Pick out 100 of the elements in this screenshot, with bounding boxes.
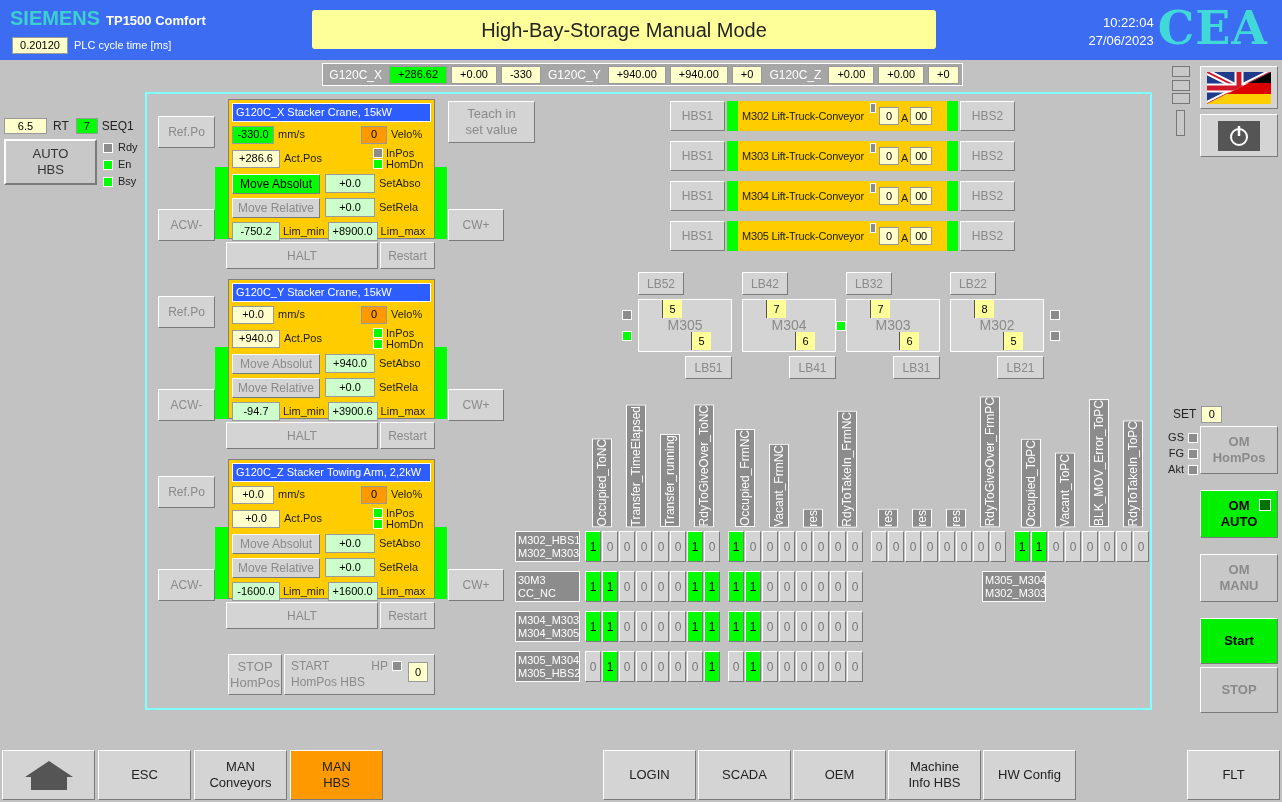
home-button[interactable]	[2, 750, 95, 800]
signal-cell: 0	[847, 571, 863, 603]
set-relative-field[interactable]: +0.0	[325, 558, 375, 577]
velocity-percent-field: 0	[361, 305, 387, 324]
restart-button[interactable]: Restart	[380, 422, 435, 449]
set-absolute-field[interactable]: +0.0	[325, 534, 375, 553]
power-icon	[1218, 120, 1260, 151]
reference-position-button[interactable]: Ref.Po	[158, 296, 215, 328]
drive-label: G120C_Y	[547, 66, 602, 84]
signal-cell: 1	[745, 651, 761, 683]
signal-cell: 0	[830, 571, 846, 603]
label: A	[900, 190, 909, 206]
hbs2-button[interactable]: HBS2	[960, 101, 1015, 131]
signal-header: Occupied_FrmNC	[734, 429, 755, 528]
signal-cell: 0	[687, 651, 703, 683]
mode-button[interactable]: OM HomPos	[1200, 426, 1278, 474]
limit-min-field[interactable]: -750.2	[232, 221, 280, 241]
signal-cell: 0	[653, 651, 669, 683]
move-absolute-button[interactable]: Move Absolut	[232, 173, 320, 194]
restart-button[interactable]: Restart	[380, 602, 435, 629]
set-relative-field[interactable]: +0.0	[325, 198, 375, 217]
teach-in-button[interactable]: Teach in set value	[448, 101, 535, 143]
auto-hbs-button[interactable]: AUTO HBS	[4, 139, 97, 185]
hbs1-button[interactable]: HBS1	[670, 181, 725, 211]
limit-min-field[interactable]: -94.7	[232, 401, 280, 421]
move-absolute-button[interactable]: Move Absolut	[232, 353, 320, 374]
start-homing-button[interactable]: START HomPos HBS HP 0	[284, 654, 435, 695]
limit-min-field[interactable]: -1600.0	[232, 581, 280, 601]
light-barrier-button[interactable]: LB52	[638, 272, 684, 295]
clockwise-button[interactable]: CW+	[448, 389, 504, 421]
status-bar	[727, 181, 738, 211]
hbs1-button[interactable]: HBS1	[670, 101, 725, 131]
signal-cell: 0	[1048, 531, 1064, 563]
run-button[interactable]: Start	[1200, 618, 1278, 664]
drive-value: +0	[928, 65, 959, 84]
nav-button[interactable]: SCADA	[698, 750, 791, 800]
nav-button[interactable]: ESC	[98, 750, 191, 800]
nav-button[interactable]: FLT	[1187, 750, 1280, 800]
set-absolute-field[interactable]: +940.0	[325, 354, 375, 373]
limit-max-field[interactable]: +3900.6	[327, 401, 378, 421]
light-barrier-button[interactable]: LB41	[789, 356, 836, 379]
mode-button[interactable]: OM AUTO	[1200, 490, 1278, 538]
counter-clockwise-button[interactable]: ACW-	[158, 209, 215, 241]
hbs2-button[interactable]: HBS2	[960, 181, 1015, 211]
code-field: 00	[910, 147, 933, 165]
signal-header: RdyToTakeIn_FrmNC	[836, 410, 857, 528]
hbs2-button[interactable]: HBS2	[960, 141, 1015, 171]
power-button[interactable]	[1200, 114, 1278, 157]
move-absolute-button[interactable]: Move Absolut	[232, 533, 320, 554]
hbs1-button[interactable]: HBS1	[670, 221, 725, 251]
nav-button[interactable]: OEM	[793, 750, 886, 800]
label: A	[900, 230, 909, 246]
label: Velo%	[391, 307, 424, 323]
halt-button[interactable]: HALT	[226, 602, 378, 629]
code-field: 00	[910, 107, 933, 125]
light-barrier-button[interactable]: LB51	[685, 356, 732, 379]
halt-button[interactable]: HALT	[226, 242, 378, 269]
counter-clockwise-button[interactable]: ACW-	[158, 389, 215, 421]
nav-button[interactable]: LOGIN	[603, 750, 696, 800]
halt-button[interactable]: HALT	[226, 422, 378, 449]
nav-button[interactable]: MAN HBS	[290, 750, 383, 800]
limit-max-field[interactable]: +1600.0	[327, 581, 378, 601]
signal-cell: 0	[830, 531, 846, 563]
label: A	[900, 110, 909, 126]
label: SetRela	[379, 380, 419, 396]
light-barrier-button[interactable]: LB22	[950, 272, 996, 295]
nav-button[interactable]: Machine Info HBS	[888, 750, 981, 800]
clockwise-button[interactable]: CW+	[448, 209, 504, 241]
signal-header: res	[911, 508, 932, 528]
status-bar	[215, 527, 228, 599]
status-bar	[727, 141, 738, 171]
nav-button[interactable]: HW Config	[983, 750, 1076, 800]
clockwise-button[interactable]: CW+	[448, 569, 504, 601]
light-barrier-button[interactable]: LB42	[742, 272, 788, 295]
limit-max-field[interactable]: +8900.0	[327, 221, 378, 241]
signal-cell: 0	[847, 651, 863, 683]
set-absolute-field[interactable]: +0.0	[325, 174, 375, 193]
hbs2-button[interactable]: HBS2	[960, 221, 1015, 251]
counter-clockwise-button[interactable]: ACW-	[158, 569, 215, 601]
light-barrier-button[interactable]: LB32	[846, 272, 892, 295]
reference-position-button[interactable]: Ref.Po	[158, 476, 215, 508]
label: En	[118, 157, 132, 173]
nav-button[interactable]: MAN Conveyors	[194, 750, 287, 800]
stop-homing-button[interactable]: STOP HomPos	[228, 654, 282, 695]
move-relative-button[interactable]: Move Relative	[232, 557, 320, 578]
run-button[interactable]: STOP	[1200, 667, 1278, 713]
drive-value: +0.00	[828, 65, 875, 84]
reference-position-button[interactable]: Ref.Po	[158, 116, 215, 148]
move-relative-button[interactable]: Move Relative	[232, 197, 320, 218]
scroll-indicator-icon	[1172, 66, 1190, 136]
set-relative-field[interactable]: +0.0	[325, 378, 375, 397]
light-barrier-button[interactable]: LB31	[893, 356, 940, 379]
signal-cell: 0	[1116, 531, 1132, 563]
signal-cell: 1	[602, 651, 618, 683]
hbs1-button[interactable]: HBS1	[670, 141, 725, 171]
mode-button[interactable]: OM MANU	[1200, 554, 1278, 602]
restart-button[interactable]: Restart	[380, 242, 435, 269]
light-barrier-button[interactable]: LB21	[997, 356, 1044, 379]
move-relative-button[interactable]: Move Relative	[232, 377, 320, 398]
language-button[interactable]	[1200, 66, 1278, 109]
